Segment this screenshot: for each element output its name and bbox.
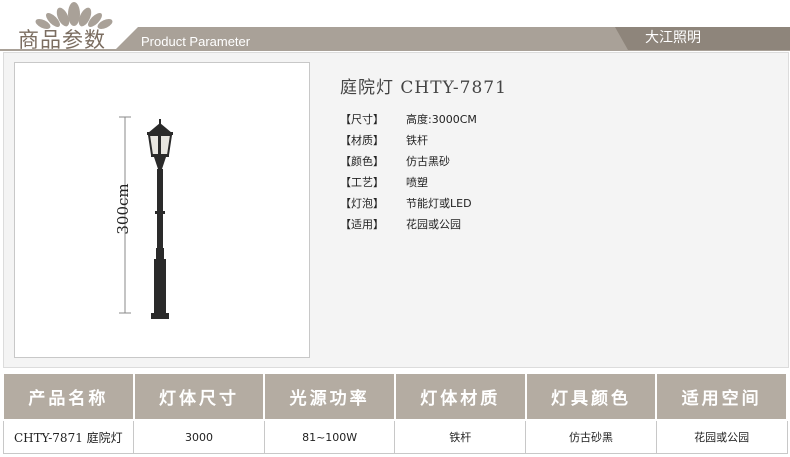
table-header-row: 产品名称 灯体尺寸 光源功率 灯体材质 灯具颜色 适用空间 [2,372,788,421]
spec-row-material: 【材质】 铁杆 [340,129,477,150]
height-dimension-label: 300cm [114,183,132,235]
page-subheading: Product Parameter [141,34,251,49]
cell-product-name: CHTY-7871 庭院灯 [2,419,135,454]
cell-material: 铁杆 [394,419,527,454]
page-heading: 商品参数 [18,28,106,52]
brand-name: 大江照明 [645,30,701,46]
spec-row-process: 【工艺】 喷塑 [340,171,477,192]
column-header-material: 灯体材质 [393,372,527,421]
spec-key: 【颜色】 [340,154,384,168]
cell-usage: 花园或公园 [655,419,788,454]
spec-value: 仿古黑砂 [406,154,450,168]
spec-value: 高度:3000CM [406,112,477,126]
spec-value: 喷塑 [406,175,428,189]
product-image [14,62,310,358]
spec-row-bulb: 【灯泡】 节能灯或LED [340,192,477,213]
spec-key: 【适用】 [340,217,384,231]
cell-power: 81~100W [263,419,396,454]
parameter-table: 产品名称 灯体尺寸 光源功率 灯体材质 灯具颜色 适用空间 CHTY-7871 … [2,372,788,454]
spec-row-size: 【尺寸】 高度:3000CM [340,108,477,129]
spec-value: 铁杆 [406,133,428,147]
column-header-power: 光源功率 [263,372,396,421]
spec-value: 节能灯或LED [406,196,472,210]
lamp-drawing [147,119,173,319]
column-header-usage: 适用空间 [655,372,788,421]
column-header-product-name: 产品名称 [2,372,135,421]
spec-value: 花园或公园 [406,217,461,231]
garden-lamp-illustration [119,116,173,319]
table-row: CHTY-7871 庭院灯 3000 81~100W 铁杆 仿古砂黑 花园或公园 [2,419,788,454]
spec-row-usage: 【适用】 花园或公园 [340,213,477,234]
column-header-size: 灯体尺寸 [132,372,266,421]
product-title: 庭院灯 CHTY-7871 [340,78,507,98]
cell-size: 3000 [133,419,265,454]
spec-key: 【材质】 [340,133,384,147]
spec-key: 【工艺】 [340,175,384,189]
spec-key: 【灯泡】 [340,196,384,210]
spec-key: 【尺寸】 [340,112,384,126]
cell-color: 仿古砂黑 [525,419,657,454]
spec-row-color: 【颜色】 仿古黑砂 [340,150,477,171]
column-header-color: 灯具颜色 [524,372,658,421]
spec-list: 【尺寸】 高度:3000CM 【材质】 铁杆 【颜色】 仿古黑砂 【工艺】 喷塑… [340,108,477,234]
